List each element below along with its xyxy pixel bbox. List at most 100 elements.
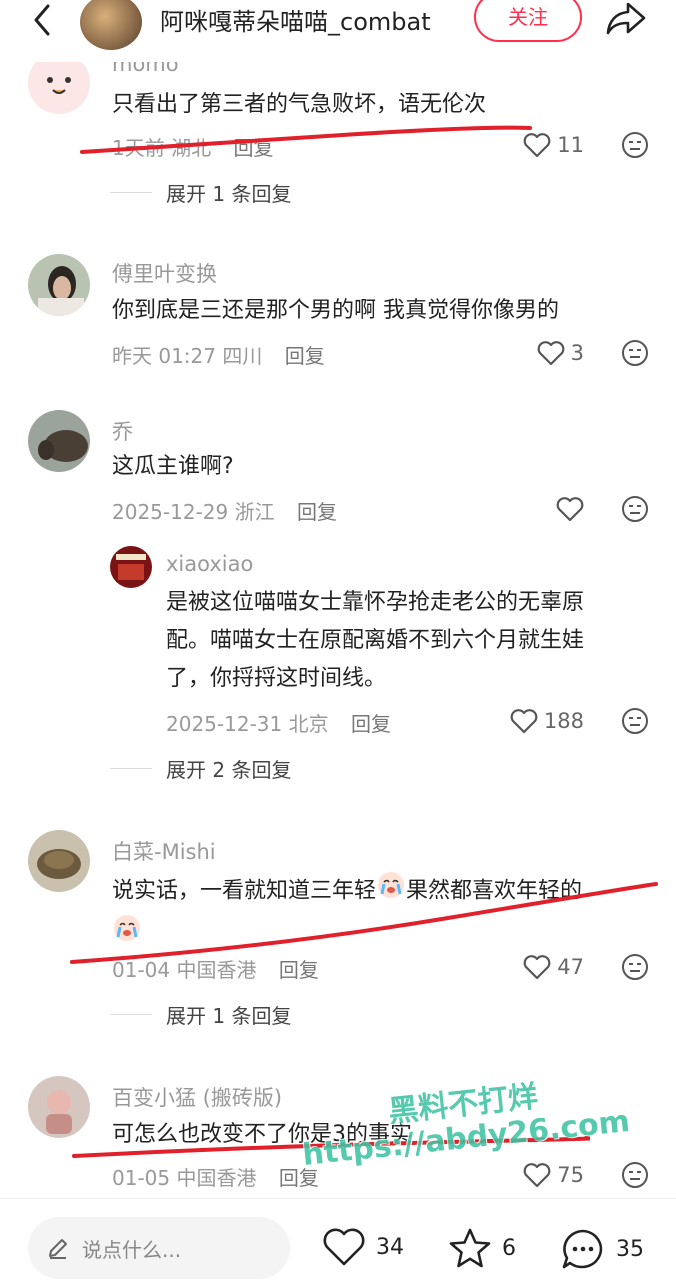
comment-input[interactable]: 说点什么... [28, 1217, 290, 1279]
post-comment-count: 35 [616, 1236, 644, 1262]
comment-meta: 01-04 中国香港 回复 [112, 954, 319, 983]
comment-meta: 2025-12-29 浙江 回复 [112, 496, 337, 525]
watermark: 黑料不打烊 https://abdy26.com [297, 1071, 632, 1173]
like-button[interactable]: 188 [510, 708, 584, 734]
like-button[interactable] [556, 496, 584, 522]
post-star-button[interactable]: 6 [448, 1227, 516, 1269]
comment-location: 浙江 [234, 500, 275, 524]
heart-icon [523, 955, 551, 980]
expand-replies[interactable]: 展开 2 条回复 [110, 754, 291, 783]
post-star-count: 6 [502, 1235, 516, 1261]
comment-text: 这瓜主谁啊? [112, 454, 234, 479]
avatar-image [28, 830, 90, 892]
post-comment-button[interactable]: 35 [560, 1227, 644, 1271]
comment-text: 你到底是三还是那个男的啊 我真觉得你像男的 [112, 298, 559, 323]
heart-icon [323, 1228, 365, 1266]
comment-author[interactable]: 百变小猛 (搬砖版) [112, 1082, 282, 1112]
like-count: 3 [570, 341, 584, 365]
post-like-button[interactable]: 34 [322, 1227, 404, 1267]
comment-location: 四川 [222, 344, 263, 368]
avatar-image [28, 410, 90, 472]
like-count: 75 [557, 1163, 584, 1187]
pencil-icon [49, 1239, 67, 1259]
avatar[interactable] [28, 830, 90, 892]
avatar[interactable] [28, 254, 90, 316]
like-count: 11 [557, 133, 584, 157]
like-count: 47 [557, 955, 584, 979]
author-name[interactable]: 阿咪嘎蒂朵喵喵_combat [160, 2, 431, 37]
heart-icon [523, 1163, 551, 1188]
comment-author[interactable]: 白菜-Mishi [112, 836, 216, 866]
crying-emoji-icon [112, 913, 142, 956]
follow-button[interactable]: 关注 [474, 0, 582, 42]
comment-text: 是被这位喵喵女士靠怀孕抢走老公的无辜原 配。喵喵女士在原配离婚不到六个月就生娃 … [166, 584, 584, 698]
comment-text: 只看出了第三者的气急败坏，语无伦次 [112, 92, 487, 117]
comment-time: 2025-12-31 [166, 712, 283, 736]
emoji-reaction-icon[interactable] [620, 1160, 650, 1190]
comment-text: 说实话，一看就知道三年轻 果然都喜欢年轻的 [112, 870, 652, 956]
expand-replies[interactable]: 展开 1 条回复 [110, 178, 291, 207]
divider-line [110, 192, 152, 193]
heart-icon [556, 497, 584, 522]
like-button[interactable]: 11 [523, 132, 584, 158]
comment-location: 北京 [288, 712, 329, 736]
like-count: 188 [543, 709, 584, 733]
reply-button[interactable]: 回复 [233, 136, 273, 160]
comment-location: 中国香港 [176, 1166, 257, 1190]
like-button[interactable]: 3 [537, 340, 584, 366]
comment-meta: 2025-12-31 北京 回复 [166, 708, 391, 737]
like-button[interactable]: 47 [523, 954, 584, 980]
comment-meta: 昨天 01:27 四川 回复 [112, 340, 325, 369]
heart-icon [510, 709, 538, 734]
share-icon[interactable] [604, 0, 648, 36]
heart-icon [523, 133, 551, 158]
comment-meta: 1天前 湖北 回复 [112, 132, 273, 161]
expand-label: 展开 1 条回复 [166, 1004, 292, 1028]
reply-button[interactable]: 回复 [297, 500, 337, 524]
post-like-count: 34 [376, 1234, 404, 1260]
like-button[interactable]: 75 [523, 1162, 584, 1188]
avatar-image [28, 1076, 90, 1138]
avatar[interactable] [110, 546, 152, 588]
comment-time: 1天前 [112, 136, 165, 160]
top-bar: 阿咪嘎蒂朵喵喵_combat 关注 [0, 0, 676, 62]
emoji-reaction-icon[interactable] [620, 130, 650, 160]
comment-author[interactable]: 傅里叶变换 [112, 258, 217, 288]
comment-text-part: 果然都喜欢年轻的 [406, 878, 583, 904]
comment-text-part: 说实话，一看就知道三年轻 [112, 878, 377, 904]
avatar-image [28, 254, 90, 316]
avatar[interactable] [28, 1076, 90, 1138]
crying-emoji-icon [376, 870, 406, 913]
comment-bubble-icon [562, 1229, 603, 1269]
heart-icon [537, 341, 565, 366]
bottom-bar: 说点什么... 34 6 35 [0, 1198, 676, 1280]
comment-time: 昨天 01:27 [112, 344, 216, 368]
emoji-reaction-icon[interactable] [620, 338, 650, 368]
back-icon[interactable] [26, 2, 62, 38]
avatar[interactable] [28, 410, 90, 472]
comment-text-line: 了，你捋捋这时间线。 [166, 666, 387, 691]
comment-author[interactable]: xiaoxiao [166, 552, 253, 576]
comment-input-placeholder: 说点什么... [82, 1237, 182, 1262]
emoji-reaction-icon[interactable] [620, 494, 650, 524]
star-icon [449, 1228, 491, 1268]
comment-time: 2025-12-29 [112, 500, 229, 524]
comment-text-line: 配。喵喵女士在原配离婚不到六个月就生娃 [166, 628, 585, 653]
avatar-image [110, 546, 152, 588]
emoji-reaction-icon[interactable] [620, 706, 650, 736]
comment-location: 中国香港 [176, 958, 257, 982]
expand-replies[interactable]: 展开 1 条回复 [110, 1000, 291, 1029]
reply-button[interactable]: 回复 [285, 344, 325, 368]
author-avatar[interactable] [80, 0, 142, 50]
comment-text-line: 是被这位喵喵女士靠怀孕抢走老公的无辜原 [166, 590, 585, 615]
expand-label: 展开 1 条回复 [166, 182, 292, 206]
comment-location: 湖北 [171, 136, 212, 160]
comment-time: 01-04 [112, 958, 171, 982]
reply-button[interactable]: 回复 [351, 712, 391, 736]
divider-line [110, 768, 152, 769]
comment-meta: 01-05 中国香港 回复 [112, 1162, 319, 1191]
reply-button[interactable]: 回复 [279, 958, 319, 982]
emoji-reaction-icon[interactable] [620, 952, 650, 982]
comment-time: 01-05 [112, 1166, 171, 1190]
comment-author[interactable]: 乔 [112, 416, 133, 446]
